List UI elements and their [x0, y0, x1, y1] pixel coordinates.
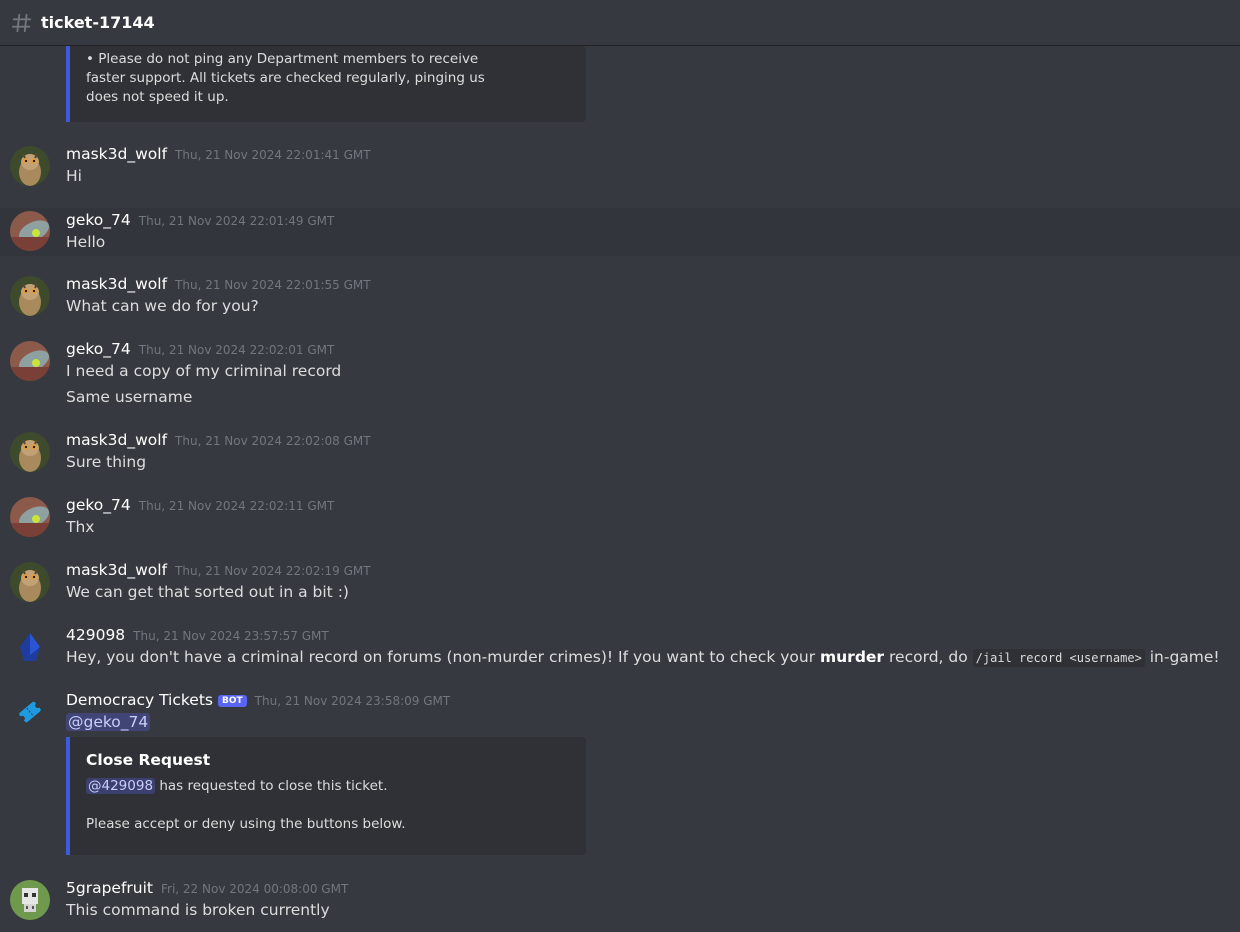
embed-line: @429098 has requested to close this tick… — [86, 777, 570, 796]
message-text: This command is broken currently — [66, 901, 330, 919]
lizard-avatar-icon — [10, 497, 50, 537]
lizard-avatar-icon — [10, 341, 50, 381]
message-text: Hey, you don't have a criminal record on… — [66, 648, 1220, 667]
avatar[interactable] — [10, 880, 50, 920]
author-name[interactable]: Democracy Tickets — [66, 691, 213, 709]
author-name[interactable]: mask3d_wolf — [66, 275, 167, 293]
avatar[interactable] — [10, 562, 50, 602]
message-text: Sure thing — [66, 453, 147, 471]
close-request-embed: Close Request @429098 has requested to c… — [66, 737, 586, 855]
message[interactable]: geko_74 Thu, 21 Nov 2024 22:02:11 GMT Th… — [0, 493, 1240, 545]
avatar[interactable] — [10, 432, 50, 472]
author-name[interactable]: mask3d_wolf — [66, 561, 167, 579]
author-name[interactable]: geko_74 — [66, 211, 131, 229]
bot-tag: BOT — [218, 695, 247, 707]
text-segment: Hey, you don't have a criminal record on… — [66, 648, 820, 666]
timestamp: Fri, 22 Nov 2024 00:08:00 GMT — [160, 882, 349, 896]
owl-avatar-icon — [10, 562, 50, 602]
author-name[interactable]: 5grapefruit — [66, 879, 153, 897]
author-name[interactable]: 429098 — [66, 626, 125, 644]
timestamp: Thu, 21 Nov 2024 22:01:55 GMT — [175, 278, 371, 292]
message[interactable]: 5grapefruit Fri, 22 Nov 2024 00:08:00 GM… — [0, 876, 1240, 930]
timestamp: Thu, 21 Nov 2024 22:01:49 GMT — [138, 214, 335, 228]
message-text: I need a copy of my criminal record — [66, 362, 342, 380]
message[interactable]: mask3d_wolf Thu, 21 Nov 2024 22:01:41 GM… — [0, 142, 1240, 194]
message-text: What can we do for you? — [66, 297, 259, 315]
avatar[interactable] — [10, 276, 50, 316]
embed-line: does not speed it up. — [86, 89, 229, 105]
message-text: We can get that sorted out in a bit :) — [66, 583, 349, 601]
blue-shield-avatar-icon — [20, 633, 40, 661]
avatar[interactable] — [10, 692, 50, 732]
embed-line: faster support. All tickets are checked … — [86, 70, 485, 86]
author-name[interactable]: mask3d_wolf — [66, 431, 167, 449]
hash-icon — [11, 13, 32, 32]
lizard-avatar-icon — [10, 211, 50, 251]
channel-name: ticket-17144 — [41, 13, 155, 32]
message[interactable]: 429098 Thu, 21 Nov 2024 23:57:57 GMT Hey… — [0, 623, 1240, 675]
timestamp: Thu, 21 Nov 2024 22:01:41 GMT — [175, 148, 371, 162]
message[interactable]: geko_74 Thu, 21 Nov 2024 22:01:49 GMT He… — [0, 208, 1240, 256]
message[interactable]: mask3d_wolf Thu, 21 Nov 2024 22:02:19 GM… — [0, 558, 1240, 610]
message-text: Thx — [66, 518, 95, 536]
message-text: @geko_74 — [66, 713, 151, 731]
avatar[interactable] — [10, 497, 50, 537]
text-segment: record, do — [884, 648, 973, 666]
author-name[interactable]: mask3d_wolf — [66, 145, 167, 163]
owl-avatar-icon — [10, 432, 50, 472]
inline-code: /jail record <username> — [972, 649, 1145, 667]
bold-text: murder — [820, 648, 885, 666]
owl-avatar-icon — [10, 276, 50, 316]
timestamp: Thu, 21 Nov 2024 22:02:11 GMT — [138, 499, 335, 513]
user-mention[interactable]: @geko_74 — [66, 713, 151, 731]
embed-line: Please accept or deny using the buttons … — [86, 816, 406, 832]
message[interactable]: mask3d_wolf Thu, 21 Nov 2024 22:01:55 GM… — [0, 272, 1240, 324]
timestamp: Thu, 21 Nov 2024 22:02:01 GMT — [138, 343, 335, 357]
message[interactable]: mask3d_wolf Thu, 21 Nov 2024 22:02:08 GM… — [0, 428, 1240, 480]
text-segment: in-game! — [1144, 648, 1220, 666]
timestamp: Thu, 21 Nov 2024 23:57:57 GMT — [133, 629, 329, 643]
timestamp: Thu, 21 Nov 2024 22:02:08 GMT — [175, 434, 371, 448]
embed-title: Close Request — [86, 751, 211, 769]
message-text: Same username — [66, 388, 193, 406]
message-feed[interactable]: • Please do not ping any Department memb… — [0, 46, 1240, 932]
author-name[interactable]: geko_74 — [66, 496, 131, 514]
avatar[interactable] — [10, 627, 50, 667]
user-mention[interactable]: @429098 — [86, 778, 156, 794]
avatar[interactable] — [10, 211, 50, 251]
message-text: Hello — [66, 233, 106, 251]
message[interactable]: geko_74 Thu, 21 Nov 2024 22:02:01 GMT I … — [0, 337, 1240, 413]
owl-avatar-icon — [10, 146, 50, 186]
timestamp: Thu, 21 Nov 2024 23:58:09 GMT — [254, 694, 451, 708]
avatar[interactable] — [10, 146, 50, 186]
author-name[interactable]: geko_74 — [66, 340, 131, 358]
ticket-avatar-icon — [19, 701, 41, 723]
rules-embed: • Please do not ping any Department memb… — [66, 46, 586, 122]
timestamp: Thu, 21 Nov 2024 22:02:19 GMT — [175, 564, 371, 578]
avatar[interactable] — [10, 341, 50, 381]
embed-text-segment: has requested to close this ticket. — [155, 778, 388, 794]
channel-header: ticket-17144 — [0, 0, 1240, 46]
pixel-skull-avatar-icon — [10, 880, 50, 920]
message-text: Hi — [66, 167, 82, 185]
embed-line: • Please do not ping any Department memb… — [86, 51, 479, 67]
